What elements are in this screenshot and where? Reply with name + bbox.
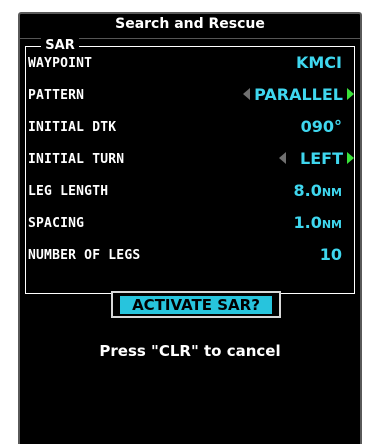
spacing-row[interactable]: SPACING 1.0NM bbox=[26, 212, 356, 234]
sar-settings-group: SAR WAYPOINT KMCI PATTERN PARALLEL INITI… bbox=[25, 38, 356, 294]
cancel-hint: Press "CLR" to cancel bbox=[99, 342, 281, 360]
initial-turn-row[interactable]: INITIAL TURN LEFT bbox=[26, 148, 356, 170]
initial-turn-selector[interactable]: LEFT bbox=[279, 148, 354, 170]
number-of-legs-label: NUMBER OF LEGS bbox=[28, 248, 141, 263]
initial-turn-label: INITIAL TURN bbox=[28, 152, 125, 167]
leg-length-row[interactable]: LEG LENGTH 8.0NM bbox=[26, 180, 356, 202]
leg-length-unit: NM bbox=[321, 186, 342, 199]
spacing-label: SPACING bbox=[28, 216, 85, 231]
triangle-right-icon[interactable] bbox=[347, 152, 354, 164]
sar-window: Search and Rescue SAR WAYPOINT KMCI PATT… bbox=[0, 0, 380, 448]
waypoint-value[interactable]: KMCI bbox=[296, 52, 342, 74]
waypoint-row[interactable]: WAYPOINT KMCI bbox=[26, 52, 356, 74]
spacing-number: 1.0 bbox=[293, 213, 322, 232]
triangle-left-icon[interactable] bbox=[279, 152, 287, 164]
initial-dtk-label: INITIAL DTK bbox=[28, 120, 117, 135]
leg-length-value[interactable]: 8.0NM bbox=[294, 180, 343, 204]
activate-sar-button[interactable]: ACTIVATE SAR? bbox=[111, 291, 281, 318]
number-of-legs-value[interactable]: 10 bbox=[320, 244, 342, 266]
pattern-label: PATTERN bbox=[28, 88, 85, 103]
window-title: Search and Rescue bbox=[20, 14, 360, 39]
waypoint-label: WAYPOINT bbox=[28, 56, 93, 71]
leg-length-number: 8.0 bbox=[293, 181, 322, 200]
spacing-unit: NM bbox=[321, 218, 342, 231]
number-of-legs-row[interactable]: NUMBER OF LEGS 10 bbox=[26, 244, 356, 266]
spacing-value[interactable]: 1.0NM bbox=[294, 212, 343, 236]
sar-dialog: Search and Rescue SAR WAYPOINT KMCI PATT… bbox=[18, 12, 362, 444]
pattern-value: PARALLEL bbox=[254, 85, 343, 104]
leg-length-label: LEG LENGTH bbox=[28, 184, 109, 199]
initial-dtk-value[interactable]: 090° bbox=[301, 116, 342, 138]
triangle-right-icon[interactable] bbox=[347, 88, 354, 100]
activate-sar-label: ACTIVATE SAR? bbox=[120, 296, 272, 314]
initial-turn-value: LEFT bbox=[300, 149, 343, 168]
initial-dtk-row[interactable]: INITIAL DTK 090° bbox=[26, 116, 356, 138]
pattern-row[interactable]: PATTERN PARALLEL bbox=[26, 84, 356, 106]
triangle-left-icon[interactable] bbox=[243, 88, 251, 100]
pattern-selector[interactable]: PARALLEL bbox=[243, 84, 354, 106]
